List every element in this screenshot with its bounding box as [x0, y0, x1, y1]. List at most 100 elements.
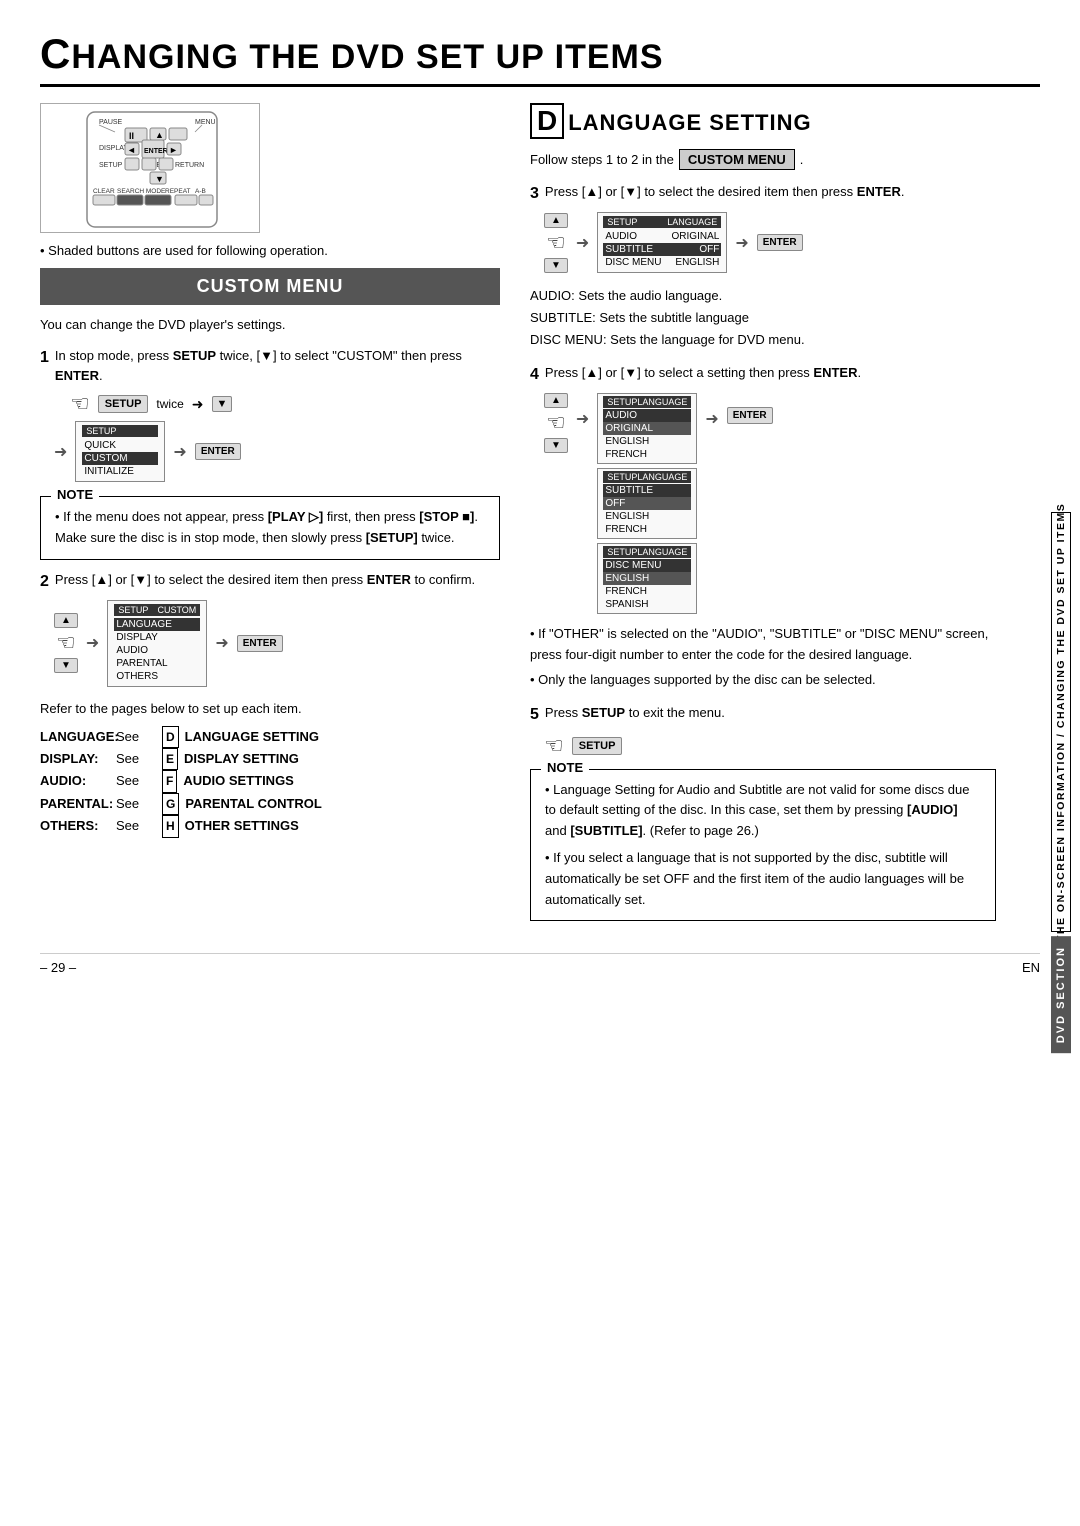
side-label-dvd: DVD SECTION [1051, 936, 1071, 1053]
step3-diagram: ▲ ☞ ▼ ➜ SETUPLANGUAGE AUDIOORIGINAL SUBT… [544, 212, 996, 273]
step1-text: In stop mode, press SETUP twice, [▼] to … [55, 346, 500, 385]
step5-diagram: ☞ SETUP [544, 733, 996, 759]
svg-text:CLEAR: CLEAR [93, 188, 115, 195]
step5-number: 5 [530, 703, 539, 727]
step1-diagram-screen: ➜ SETUP QUICK CUSTOM INITIALIZE ➜ ENTER [54, 421, 500, 482]
setup-btn-mock: SETUP [98, 395, 149, 413]
svg-text:◄: ◄ [127, 145, 136, 155]
arrow-right-icon5: ➜ [215, 633, 228, 653]
custom-menu-inline-box: CUSTOM MENU [679, 149, 795, 170]
subtitle-screen: SETUPLANGUAGE SUBTITLE OFF ENGLISH FRENC… [597, 468, 697, 539]
audio-screen: SETUPLANGUAGE AUDIO ORIGINAL ENGLISH FRE… [597, 393, 697, 464]
svg-text:A-B: A-B [195, 188, 206, 195]
note2-bullet1: • Language Setting for Audio and Subtitl… [545, 780, 981, 842]
left-column: PAUSE MENU II ▲ DISPLAY ◄ [40, 103, 500, 933]
discmenu-note: DISC MENU: Sets the language for DVD men… [530, 329, 996, 351]
footer-lang: EN [1022, 960, 1040, 975]
s4-enter-btn: ENTER [727, 407, 773, 424]
screen2-mock: SETUPCUSTOM LANGUAGE DISPLAY AUDIO PAREN… [107, 600, 207, 687]
screen3-mock: SETUPLANGUAGE AUDIOORIGINAL SUBTITLEOFF … [597, 212, 727, 273]
side-label-main: THE ON-SCREEN INFORMATION / CHANGING THE… [1051, 512, 1071, 932]
arrow-right-icon2: ➜ [54, 442, 67, 462]
hand-icon: ☞ [70, 391, 90, 417]
note2-title: NOTE [541, 760, 589, 775]
setting-others: OTHERS: See H OTHER SETTINGS [40, 815, 500, 837]
s4-up-btn: ▲ [544, 393, 568, 408]
svg-text:SEARCH MODE: SEARCH MODE [117, 188, 166, 195]
step1-diagram-twice: ☞ SETUP twice ➜ ▼ [70, 391, 500, 417]
s4-enter-arrow2: ➜ [705, 409, 718, 429]
note-box: NOTE • If the menu does not appear, pres… [40, 496, 500, 560]
arrow-right-icon: ➜ [192, 396, 204, 413]
svg-text:RETURN: RETURN [175, 162, 204, 169]
svg-text:►: ► [169, 145, 178, 155]
note2-box: NOTE • Language Setting for Audio and Su… [530, 769, 996, 922]
setting-audio: AUDIO: See F AUDIO SETTINGS [40, 770, 500, 792]
step2-diagram: ▲ ☞ ▼ ➜ SETUPCUSTOM LANGUAGE DISPLAY AUD… [54, 600, 500, 687]
footer-page: – 29 – [40, 960, 76, 975]
setting-parental: PARENTAL: See G PARENTAL CONTROL [40, 793, 500, 815]
step4-screens: SETUPLANGUAGE AUDIO ORIGINAL ENGLISH FRE… [597, 393, 697, 614]
remote-image: PAUSE MENU II ▲ DISPLAY ◄ [40, 103, 260, 233]
setting-display: DISPLAY: See E DISPLAY SETTING [40, 748, 500, 770]
s4-arrow: ➜ [576, 409, 589, 429]
svg-text:REPEAT: REPEAT [165, 188, 191, 195]
remote-svg: PAUSE MENU II ▲ DISPLAY ◄ [47, 110, 257, 230]
s4-down-btn: ▼ [544, 438, 568, 453]
down-btn: ▼ [54, 658, 78, 673]
step2-text: Press [▲] or [▼] to select the desired i… [55, 570, 475, 594]
step5: 5 Press SETUP to exit the menu. ☞ SETUP [530, 703, 996, 759]
step4-text: Press [▲] or [▼] to select a setting the… [545, 363, 861, 387]
svg-text:II: II [129, 131, 134, 141]
arrow-right-icon3: ➜ [173, 442, 186, 462]
bullet-note: • Shaded buttons are used for following … [40, 243, 500, 258]
step1: 1 In stop mode, press SETUP twice, [▼] t… [40, 346, 500, 482]
section-title: D LANGUAGE SETTING [530, 103, 996, 139]
svg-text:SETUP: SETUP [99, 162, 123, 169]
step3: 3 Press [▲] or [▼] to select the desired… [530, 182, 996, 273]
custom-menu-header: CUSTOM MENU [40, 268, 500, 305]
setup-btn2: SETUP [572, 737, 623, 755]
svg-text:PAUSE: PAUSE [99, 119, 123, 126]
title-first-letter: C [40, 30, 71, 77]
right-column: D LANGUAGE SETTING Follow steps 1 to 2 i… [530, 103, 996, 933]
settings-list: LANGUAGE: See D LANGUAGE SETTING DISPLAY… [40, 726, 500, 838]
note-title: NOTE [51, 487, 99, 502]
audio-note: AUDIO: Sets the audio language. [530, 285, 996, 307]
step4-diagrams: ▲ ☞ ▼ ➜ SETUPLANGUAGE AUDIO ORIGINAL ENG… [544, 393, 996, 614]
hand4-icon: ☞ [546, 410, 566, 436]
page-title: CHANGING THE DVD SET UP ITEMS [40, 30, 1040, 87]
discmenu-screen: SETUPLANGUAGE DISC MENU ENGLISH FRENCH S… [597, 543, 697, 614]
step3-notes: AUDIO: Sets the audio language. SUBTITLE… [530, 285, 996, 351]
step2: 2 Press [▲] or [▼] to select the desired… [40, 570, 500, 687]
s3-enter-btn: ENTER [757, 234, 803, 251]
s3-enter-arrow: ➜ [735, 233, 748, 253]
enter-btn-mock: ENTER [195, 443, 241, 460]
section-letter: D [530, 103, 564, 139]
down-arrow-btn: ▼ [212, 396, 233, 412]
step4-number: 4 [530, 363, 539, 387]
arrow-right-icon4: ➜ [86, 633, 99, 653]
side-label-area: THE ON-SCREEN INFORMATION / CHANGING THE… [1042, 100, 1080, 1466]
svg-text:ENTER: ENTER [144, 148, 168, 155]
step1-number: 1 [40, 346, 49, 385]
step2-number: 2 [40, 570, 49, 594]
svg-text:MENU: MENU [195, 119, 216, 126]
setting-language: LANGUAGE: See D LANGUAGE SETTING [40, 726, 500, 748]
step4: 4 Press [▲] or [▼] to select a setting t… [530, 363, 996, 614]
step5-text: Press SETUP to exit the menu. [545, 703, 725, 727]
step4-bullet1: • If "OTHER" is selected on the "AUDIO",… [530, 624, 996, 666]
step3-number: 3 [530, 182, 539, 206]
svg-text:DISPLAY: DISPLAY [99, 145, 128, 152]
svg-text:▼: ▼ [155, 174, 164, 184]
svg-text:▲: ▲ [155, 130, 164, 140]
step3-text: Press [▲] or [▼] to select the desired i… [545, 182, 905, 206]
hand3-icon: ☞ [546, 230, 566, 256]
step4-bullets: • If "OTHER" is selected on the "AUDIO",… [530, 624, 996, 690]
page-footer: – 29 – EN [40, 953, 1040, 975]
section-heading: LANGUAGE SETTING [568, 110, 811, 136]
title-rest: HANGING THE DVD SET UP ITEMS [71, 38, 663, 76]
step4-bullet2: • Only the languages supported by the di… [530, 670, 996, 691]
custom-menu-desc: You can change the DVD player's settings… [40, 317, 500, 332]
s3-up-btn: ▲ [544, 213, 568, 228]
